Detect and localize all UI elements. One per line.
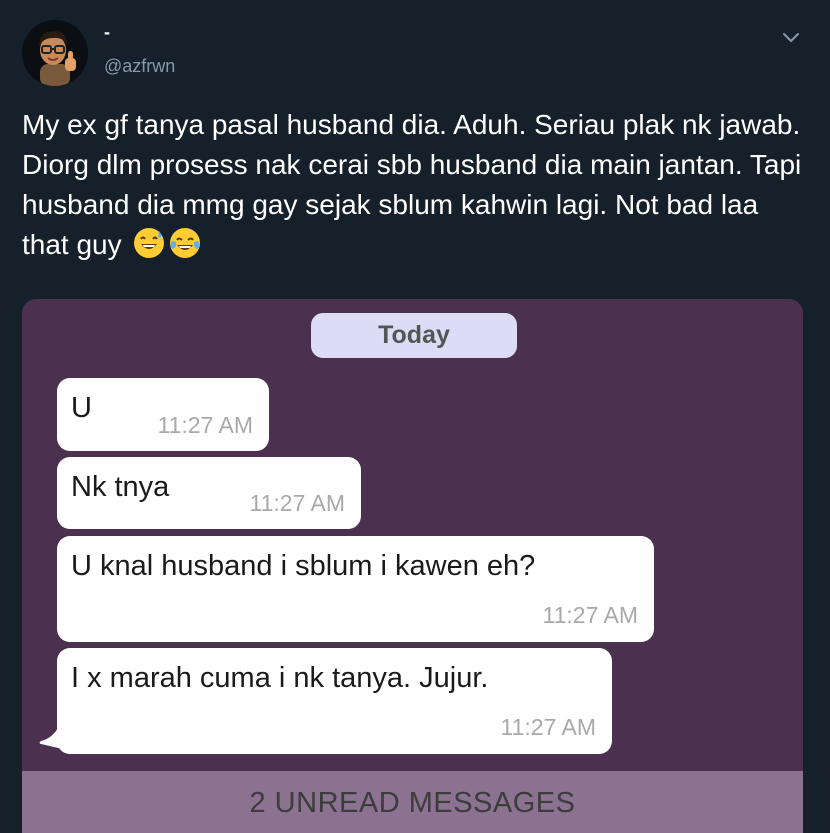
message-text: Nk tnya [71,471,170,503]
message-time: 11:27 AM [542,602,638,628]
message-bubble: Nk tnya 11:27 AM [57,457,361,529]
message-bubble: U knal husband i sblum i kawen eh? 11:27… [57,536,654,642]
message-text: U knal husband i sblum i kawen eh? [71,550,536,582]
chat-screenshot[interactable]: Today U 11:27 AM Nk tnya 11:27 AM U knal… [22,299,803,833]
message-bubble: U 11:27 AM [57,378,269,451]
user-handle[interactable]: @azfrwn [104,56,175,77]
message-text: I x marah cuma i nk tanya. Jujur. [71,662,489,694]
avatar[interactable] [22,20,88,86]
tweet-card: - @azfrwn My ex gf tanya pasal husband d… [0,0,830,833]
message-time: 11:27 AM [249,490,345,516]
message-time: 11:27 AM [157,412,253,438]
date-separator: Today [311,313,517,358]
message-bubble: I x marah cuma i nk tanya. Jujur. 11:27 … [57,648,612,754]
bubble-tail-icon [39,726,67,750]
display-name[interactable]: - [104,22,110,43]
chevron-down-icon[interactable] [780,26,802,48]
sweat-smile-emoji-icon [133,227,165,259]
unread-messages-bar: 2 UNREAD MESSAGES [22,771,803,833]
memoji-thumbs-up-avatar-icon [22,20,88,86]
tweet-text: My ex gf tanya pasal husband dia. Aduh. … [22,105,812,265]
tears-of-joy-emoji-icon [169,227,201,259]
message-text: U [71,392,92,424]
message-time: 11:27 AM [500,714,596,740]
